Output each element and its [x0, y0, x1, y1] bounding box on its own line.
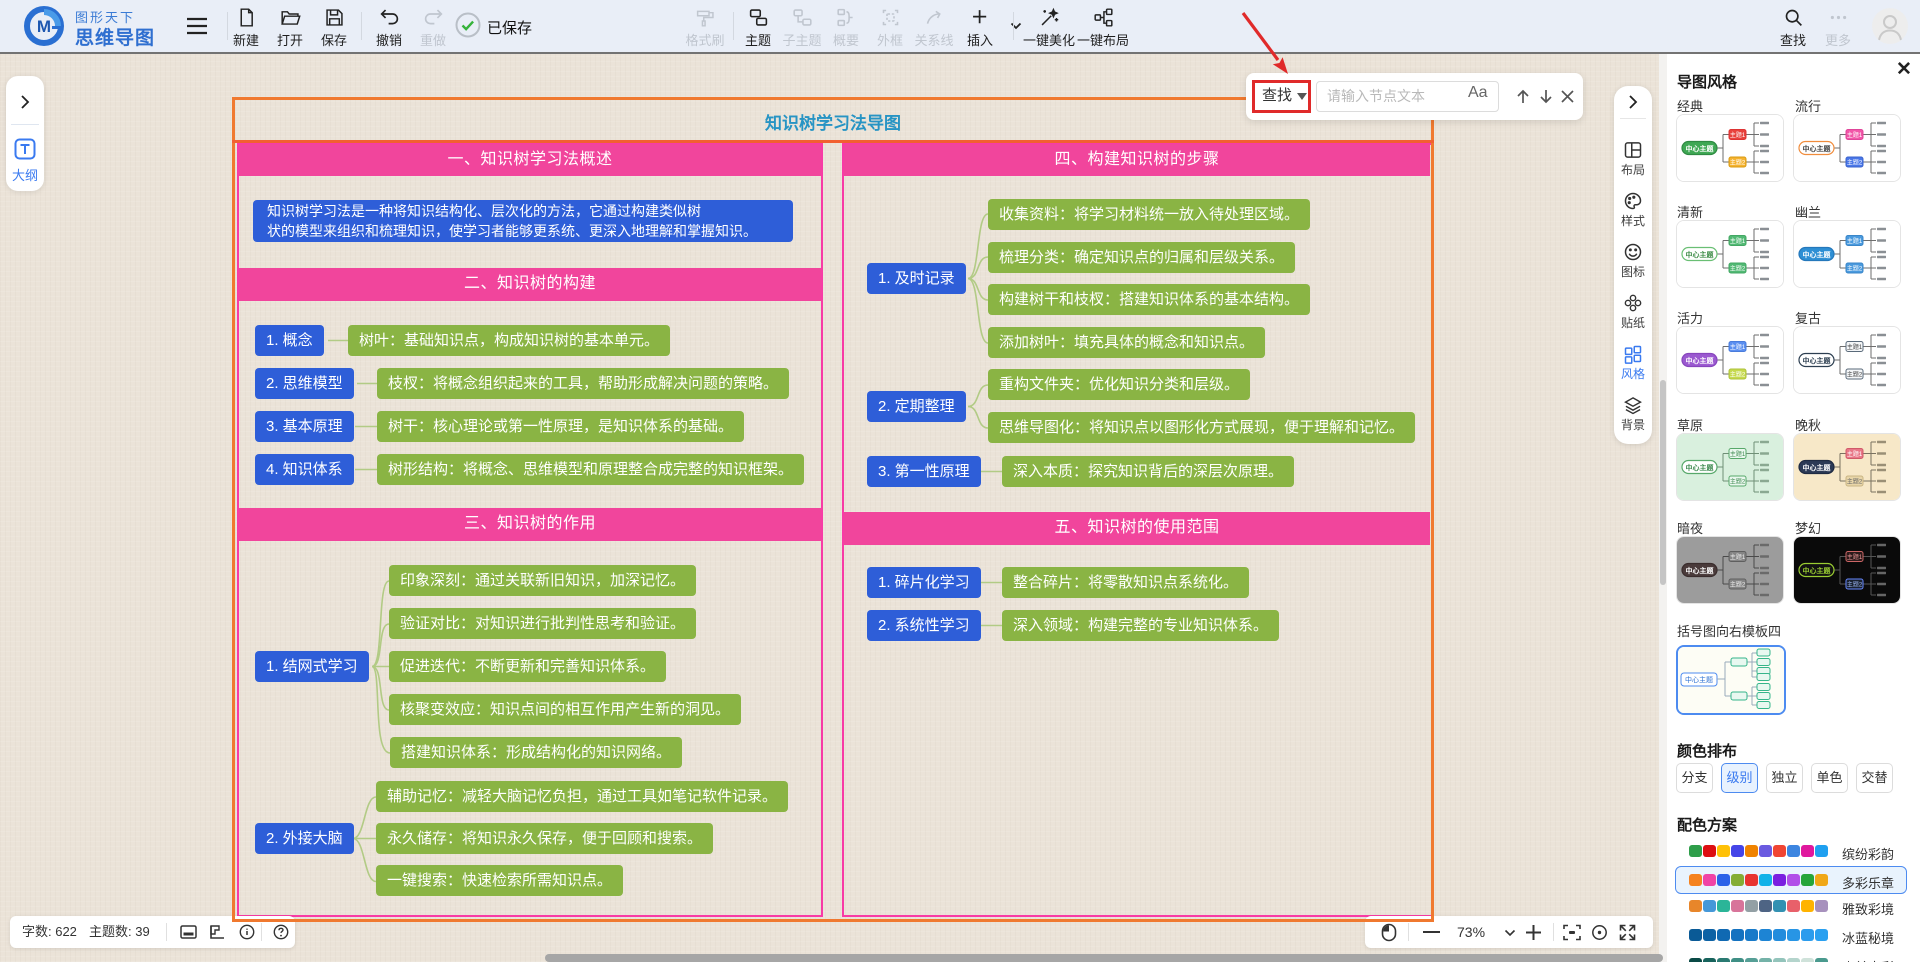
- svg-text:主题2: 主题2: [1730, 371, 1746, 379]
- svg-text:主题2: 主题2: [1847, 265, 1863, 273]
- svg-text:中心主题: 中心主题: [1803, 250, 1832, 259]
- svg-text:中心主题: 中心主题: [1803, 144, 1832, 153]
- svg-text:主题1: 主题1: [1847, 343, 1863, 351]
- svg-text:M: M: [37, 17, 51, 36]
- svg-text:主题1: 主题1: [1730, 237, 1746, 245]
- svg-text:主题2: 主题2: [1730, 159, 1746, 167]
- svg-text:主题2: 主题2: [1847, 371, 1863, 379]
- svg-text:主题1: 主题1: [1730, 343, 1746, 351]
- svg-text:主题2: 主题2: [1730, 581, 1746, 589]
- svg-text:主题1: 主题1: [1847, 237, 1863, 245]
- svg-text:中心主题: 中心主题: [1803, 463, 1832, 472]
- svg-text:中心主题: 中心主题: [1803, 566, 1832, 575]
- svg-text:主题1: 主题1: [1847, 450, 1863, 458]
- svg-text:中心主题: 中心主题: [1686, 463, 1715, 472]
- svg-text:主题1: 主题1: [1730, 131, 1746, 139]
- svg-text:主题1: 主题1: [1847, 553, 1863, 561]
- svg-text:中心主题: 中心主题: [1685, 675, 1713, 684]
- svg-text:主题2: 主题2: [1847, 581, 1863, 589]
- svg-text:主题1: 主题1: [1730, 450, 1746, 458]
- svg-text:主题2: 主题2: [1847, 159, 1863, 167]
- svg-text:中心主题: 中心主题: [1686, 144, 1715, 153]
- svg-text:主题2: 主题2: [1730, 478, 1746, 486]
- svg-text:中心主题: 中心主题: [1686, 250, 1715, 259]
- svg-text:中心主题: 中心主题: [1686, 356, 1715, 365]
- svg-text:中心主题: 中心主题: [1686, 566, 1715, 575]
- svg-text:主题2: 主题2: [1847, 478, 1863, 486]
- svg-text:主题2: 主题2: [1730, 265, 1746, 273]
- svg-text:主题1: 主题1: [1847, 131, 1863, 139]
- svg-text:中心主题: 中心主题: [1803, 356, 1832, 365]
- svg-text:主题1: 主题1: [1730, 553, 1746, 561]
